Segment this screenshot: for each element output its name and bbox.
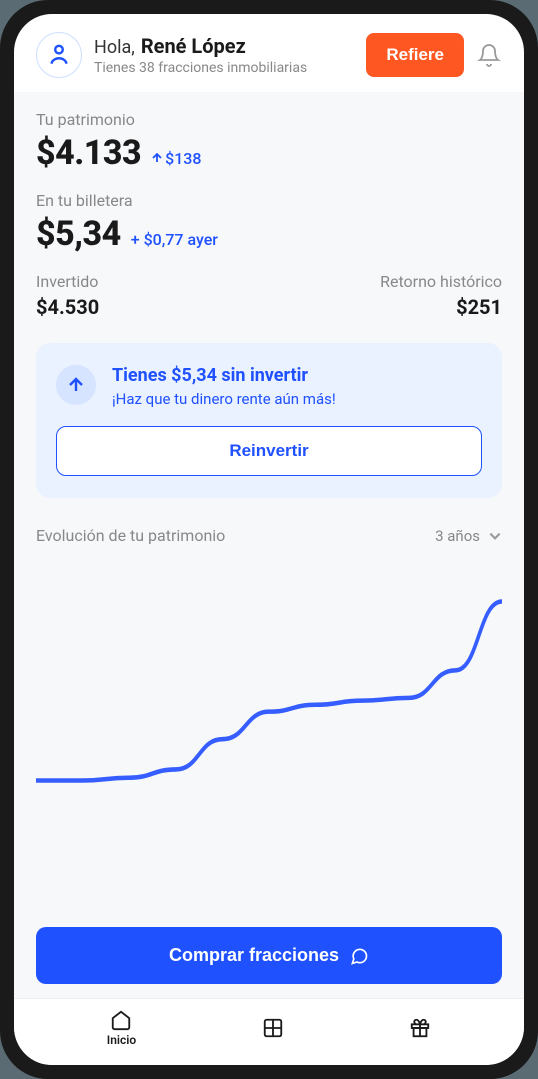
app-header: Hola, René López Tienes 38 fracciones in… <box>14 14 524 92</box>
notifications-button[interactable] <box>476 42 502 68</box>
patrimony-delta: $138 <box>151 149 201 168</box>
greeting-subtitle: Tienes 38 fracciones inmobiliarias <box>94 60 354 76</box>
bottom-nav: Inicio <box>14 998 524 1065</box>
nav-gift[interactable] <box>409 1017 431 1039</box>
patrimony-amount: $4.133 <box>36 133 141 173</box>
main-content: Tu patrimonio $4.133 $138 En tu billeter… <box>14 92 524 998</box>
invested-label: Invertido <box>36 272 99 291</box>
grid-icon <box>262 1017 284 1039</box>
greeting-hello: Hola, <box>94 37 135 58</box>
greeting: Hola, René López Tienes 38 fracciones in… <box>94 34 354 76</box>
reinvest-title: Tienes $5,34 sin invertir <box>112 365 336 386</box>
evolution-title: Evolución de tu patrimonio <box>36 526 225 545</box>
wallet-delta: + $0,77 ayer <box>131 230 218 249</box>
avatar[interactable] <box>36 32 82 78</box>
period-value: 3 años <box>435 527 480 545</box>
bell-icon <box>477 43 501 67</box>
period-selector[interactable]: 3 años <box>435 527 502 545</box>
patrimony-delta-value: $138 <box>165 149 201 168</box>
reinvest-button[interactable]: Reinvertir <box>56 426 482 476</box>
user-icon <box>46 42 72 68</box>
nav-home[interactable]: Inicio <box>107 1009 136 1047</box>
nav-home-label: Inicio <box>107 1033 136 1047</box>
return-label: Retorno histórico <box>380 272 502 291</box>
return-block: Retorno histórico $251 <box>380 272 502 319</box>
gift-icon <box>409 1017 431 1039</box>
arrow-up-circle-icon <box>56 365 96 405</box>
buy-label: Comprar fracciones <box>169 945 339 966</box>
wallet-label: En tu billetera <box>36 191 502 210</box>
invested-block: Invertido $4.530 <box>36 272 99 319</box>
reinvest-card: Tienes $5,34 sin invertir ¡Haz que tu di… <box>36 343 502 498</box>
invested-amount: $4.530 <box>36 295 99 319</box>
wallet-amount: $5,34 <box>36 214 121 254</box>
refer-button[interactable]: Refiere <box>366 33 464 77</box>
return-amount: $251 <box>380 295 502 319</box>
arrow-up-icon <box>151 152 163 164</box>
patrimony-chart <box>36 561 502 821</box>
home-icon <box>110 1009 132 1031</box>
patrimony-label: Tu patrimonio <box>36 110 502 129</box>
chat-icon <box>349 946 369 966</box>
nav-grid[interactable] <box>262 1017 284 1039</box>
user-name: René López <box>141 34 246 58</box>
reinvest-subtitle: ¡Haz que tu dinero rente aún más! <box>112 390 336 408</box>
buy-fractions-button[interactable]: Comprar fracciones <box>36 927 502 984</box>
chevron-down-icon <box>488 529 502 543</box>
